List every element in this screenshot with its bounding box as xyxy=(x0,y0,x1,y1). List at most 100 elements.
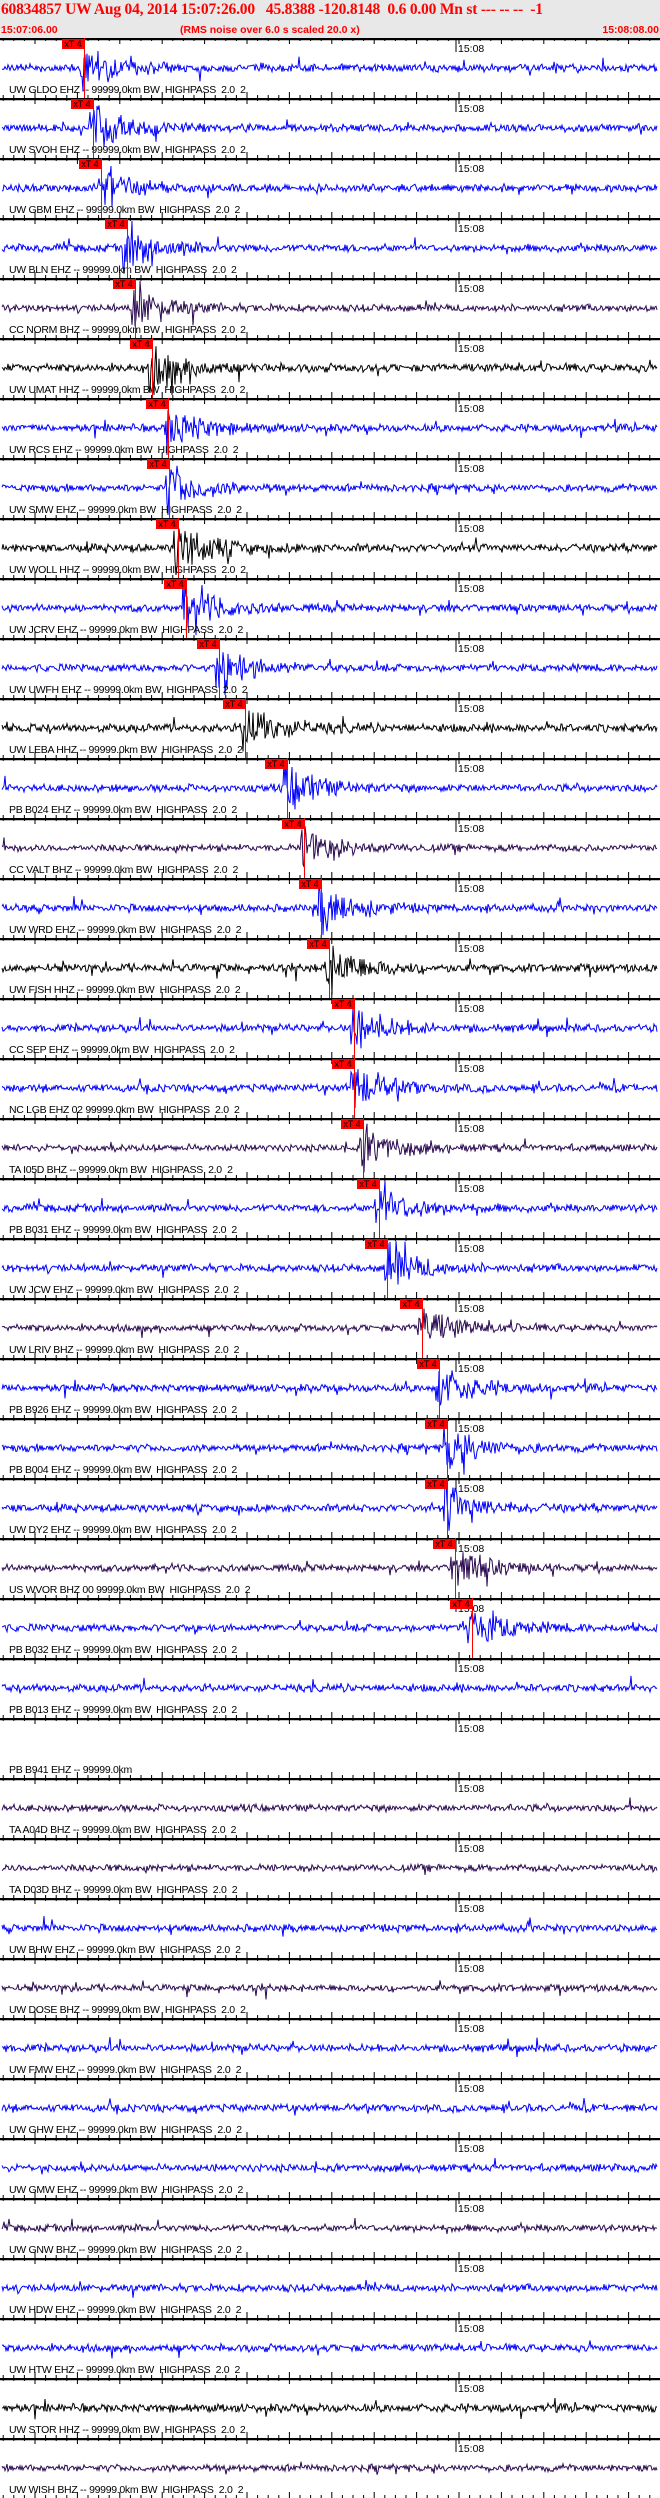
waveform xyxy=(1,1240,658,1285)
pick-marker[interactable]: xT 4 xyxy=(332,999,354,1009)
pick-line[interactable] xyxy=(439,1358,440,1418)
trace-panel: 15:08 UW FMW EHZ -- 99999.0km BW HIGHPASS… xyxy=(0,2018,660,2078)
station-label: UW BLN EHZ -- 99999.0km BW HIGHPASS 2.0 … xyxy=(9,264,237,276)
waveform xyxy=(1,280,658,327)
pick-line[interactable] xyxy=(178,518,179,578)
pick-marker[interactable]: xT 4 xyxy=(307,939,329,949)
pick-marker[interactable]: xT 4 xyxy=(332,1059,354,1069)
pick-line[interactable] xyxy=(422,1298,423,1358)
trace-panel: 15:08 UW DY2 EHZ -- 99999.0km BW HIGHPASS… xyxy=(0,1478,660,1538)
trace-panel: 15:08 TA I05D BHZ -- 99999.0km BW HIGHPAS… xyxy=(0,1118,660,1178)
pick-line[interactable] xyxy=(168,398,169,458)
pick-marker[interactable]: xT 4 xyxy=(400,1299,422,1309)
pick-line[interactable] xyxy=(101,158,102,218)
station-label: UW JCRV EHZ -- 99999.0km BW HIGHPASS 2.0… xyxy=(9,624,244,636)
pick-line[interactable] xyxy=(93,98,94,158)
waveform xyxy=(1,1980,658,2000)
pick-marker[interactable]: xT 4 xyxy=(365,1239,387,1249)
pick-line[interactable] xyxy=(379,1178,380,1238)
time-marker-label: 15:08 xyxy=(458,823,485,835)
station-label: UW HDW EHZ -- 99999.0km BW HIGHPASS 2.0 … xyxy=(9,2304,242,2316)
time-marker-label: 15:08 xyxy=(458,403,485,415)
pick-marker[interactable]: xT 4 xyxy=(197,639,219,649)
station-label: PB B926 EHZ -- 99999.0km BW HIGHPASS 2.0… xyxy=(9,1404,237,1416)
pick-line[interactable] xyxy=(304,818,305,878)
pick-line[interactable] xyxy=(447,1478,448,1538)
pick-line[interactable] xyxy=(135,278,136,338)
event-header: 60834857 UW Aug 04, 2014 15:07:26.00 45.… xyxy=(0,0,660,38)
pick-line[interactable] xyxy=(186,578,187,638)
pick-line[interactable] xyxy=(329,938,330,998)
pick-marker[interactable]: xT 4 xyxy=(147,459,169,469)
pick-marker[interactable]: xT 4 xyxy=(357,1179,379,1189)
pick-marker[interactable]: xT 4 xyxy=(146,399,168,409)
pick-line[interactable] xyxy=(287,758,288,818)
pick-line[interactable] xyxy=(152,338,153,398)
pick-marker[interactable]: xT 4 xyxy=(223,699,245,709)
pick-marker[interactable]: xT 4 xyxy=(105,219,127,229)
pick-marker[interactable]: xT 4 xyxy=(425,1419,447,1429)
pick-line[interactable] xyxy=(472,1598,473,1658)
trace-panel: 15:08 TA D03D BHZ -- 99999.0km BW HIGHPAS… xyxy=(0,1838,660,1898)
trace-panel: 15:08 UW GBM EHZ -- 99999.0km BW HIGHPASS… xyxy=(0,158,660,218)
trace-panel: 15:08 UW GLDO EHZ -- 99999.0km BW HIGHPAS… xyxy=(0,38,660,98)
waveform xyxy=(1,1308,658,1339)
trace-panel: 15:08 UW SMW EHZ -- 99999.0km BW HIGHPASS… xyxy=(0,458,660,518)
pick-line[interactable] xyxy=(127,218,128,278)
station-label: UW DY2 EHZ -- 99999.0km BW HIGHPASS 2.0 … xyxy=(9,1524,237,1536)
station-label: UW SVOH EHZ -- 99999.0km BW HIGHPASS 2.0… xyxy=(9,144,246,156)
pick-line[interactable] xyxy=(455,1538,456,1598)
station-label: UW FISH HHZ -- 99999.0km BW HIGHPASS 2.0… xyxy=(9,984,241,996)
pick-line[interactable] xyxy=(84,38,85,98)
waveform xyxy=(1,1675,658,1694)
pick-line[interactable] xyxy=(387,1238,388,1298)
trace-panel: 15:08 UW GNW BHZ -- 99999.0km BW HIGHPASS… xyxy=(0,2198,660,2258)
pick-marker[interactable]: xT 4 xyxy=(299,879,321,889)
time-marker-label: 15:08 xyxy=(458,1123,485,1135)
pick-line[interactable] xyxy=(363,1118,364,1178)
pick-marker[interactable]: xT 4 xyxy=(417,1359,439,1369)
pick-marker[interactable]: xT 4 xyxy=(341,1119,363,1129)
pick-line[interactable] xyxy=(447,1418,448,1478)
pick-marker[interactable]: xT 4 xyxy=(156,519,178,529)
pick-marker[interactable]: xT 4 xyxy=(433,1539,455,1549)
pick-marker[interactable]: xT 4 xyxy=(130,339,152,349)
pick-line[interactable] xyxy=(354,1058,355,1118)
pick-line[interactable] xyxy=(321,878,322,938)
time-marker-label: 15:08 xyxy=(458,1843,485,1855)
waveform xyxy=(1,105,658,147)
pick-line[interactable] xyxy=(219,638,220,698)
waveform xyxy=(1,1797,658,1814)
time-marker-label: 15:08 xyxy=(458,1003,485,1015)
pick-marker[interactable]: xT 4 xyxy=(450,1599,472,1609)
waveform xyxy=(1,1862,658,1875)
time-marker-label: 15:08 xyxy=(458,1663,485,1675)
station-label: UW FMW EHZ -- 99999.0km BW HIGHPASS 2.0 … xyxy=(9,2064,242,2076)
waveform xyxy=(1,1069,658,1108)
time-marker-label: 15:08 xyxy=(458,1543,485,1555)
station-label: UW DOSE BHZ -- 99999.0km BW HIGHPASS 2.0… xyxy=(9,2004,246,2016)
pick-marker[interactable]: xT 4 xyxy=(282,819,304,829)
time-marker-label: 15:08 xyxy=(458,1303,485,1315)
pick-marker[interactable]: xT 4 xyxy=(164,579,186,589)
pick-marker[interactable]: xT 4 xyxy=(62,39,84,49)
time-marker-label: 15:08 xyxy=(458,2323,485,2335)
trace-panel: 15:08 PB B013 EHZ -- 99999.0km BW HIGHPAS… xyxy=(0,1658,660,1718)
waveform xyxy=(1,2279,658,2298)
time-marker-label: 15:08 xyxy=(458,1423,485,1435)
trace-panel: 15:08 UW SVOH EHZ -- 99999.0km BW HIGHPAS… xyxy=(0,98,660,158)
pick-marker[interactable]: xT 4 xyxy=(265,759,287,769)
trace-panel: 15:08 UW HTW EHZ -- 99999.0km BW HIGHPASS… xyxy=(0,2318,660,2378)
station-label: UW LRIV BHZ -- 99999.0km BW HIGHPASS 2.0… xyxy=(9,1344,240,1356)
time-marker-label: 15:08 xyxy=(458,2383,485,2395)
pick-line[interactable] xyxy=(169,458,170,518)
pick-marker[interactable]: xT 4 xyxy=(425,1479,447,1489)
pick-marker[interactable]: xT 4 xyxy=(79,159,101,169)
pick-line[interactable] xyxy=(354,998,355,1058)
trace-panel: 15:08 PB B004 EHZ -- 99999.0km BW HIGHPAS… xyxy=(0,1418,660,1478)
pick-marker[interactable]: xT 4 xyxy=(113,279,135,289)
trace-panel: 15:08 UW LEBA HHZ -- 99999.0km BW HIGHPAS… xyxy=(0,698,660,758)
trace-panel: 15:08 PB B926 EHZ -- 99999.0km BW HIGHPAS… xyxy=(0,1358,660,1418)
pick-marker[interactable]: xT 4 xyxy=(71,99,93,109)
pick-line[interactable] xyxy=(245,698,246,758)
